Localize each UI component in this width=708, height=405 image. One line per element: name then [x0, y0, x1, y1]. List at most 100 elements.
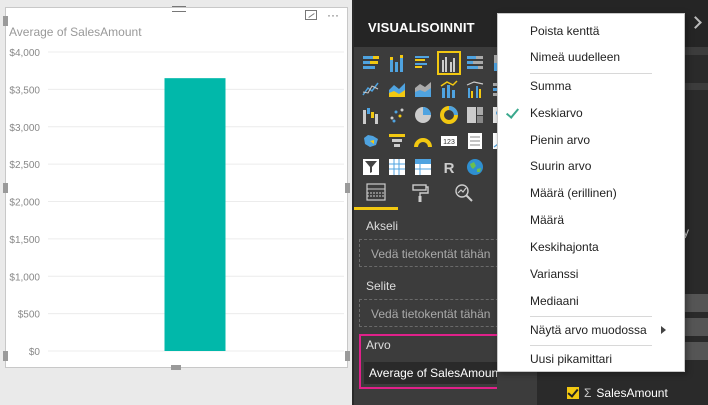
menu-item-label: Keskiarvo — [530, 106, 583, 120]
field-salesamount-label: SalesAmount — [596, 386, 668, 400]
menu-item-määrä[interactable]: Määrä — [498, 209, 684, 231]
viz-line-icon[interactable] — [360, 78, 382, 100]
viz-line-column-icon[interactable] — [438, 78, 460, 100]
paint-roller-icon — [412, 184, 429, 202]
menu-item-suurin-arvo[interactable]: Suurin arvo — [498, 155, 684, 177]
resize-handle-left-bottom[interactable] — [3, 351, 8, 361]
viz-clustered-bar-icon[interactable] — [412, 52, 434, 74]
menu-item-label: Varianssi — [530, 267, 579, 281]
viz-donut-icon[interactable] — [438, 104, 460, 126]
drag-grip-icon[interactable] — [172, 6, 186, 12]
value-well-label: Arvo — [366, 338, 391, 352]
resize-handle-bottom[interactable] — [171, 365, 181, 370]
menu-item-label: Pienin arvo — [530, 133, 591, 147]
value-field-pill[interactable]: Average of SalesAmount — [364, 362, 519, 384]
viz-gauge-icon[interactable] — [412, 130, 434, 152]
analytics-magnifier-icon — [455, 184, 473, 202]
menu-item-summa[interactable]: Summa — [498, 75, 684, 97]
menu-item-label: Määrä (erillinen) — [530, 186, 617, 200]
chart-plot: $4,000 $3,500 $3,000 $2,500 $2,000 $1,500 $1,0… — [9, 48, 344, 358]
viz-area-icon[interactable] — [386, 78, 408, 100]
resize-handle-right-bottom[interactable] — [345, 351, 350, 361]
viz-matrix-icon[interactable] — [412, 156, 434, 178]
menu-item-näytä-arvo-muodossa[interactable]: Näytä arvo muodossa — [498, 319, 684, 341]
viz-filled-map-icon[interactable] — [360, 130, 382, 152]
menu-item-label: Nimeä uudelleen — [530, 50, 621, 64]
sigma-icon: Σ — [584, 386, 592, 400]
aggregation-context-menu: Poista kenttä Nimeä uudelleen Summa Keskiar… — [497, 13, 685, 372]
viz-slicer-icon[interactable] — [360, 156, 382, 178]
viz-globe-icon[interactable] — [464, 156, 486, 178]
viz-clustered-column-icon[interactable] — [437, 51, 461, 75]
menu-item-määrä-erillinen[interactable]: Määrä (erillinen) — [498, 182, 684, 204]
viz-pie-icon[interactable] — [412, 104, 434, 126]
analytics-tab[interactable] — [442, 176, 486, 210]
menu-item-nimeä-uudelleen[interactable]: Nimeä uudelleen — [498, 46, 684, 68]
pane-title: VISUALISOINNIT — [368, 20, 475, 35]
viz-waterfall-icon[interactable] — [360, 104, 382, 126]
resize-handle-left-middle[interactable] — [3, 183, 8, 193]
menu-item-varianssi[interactable]: Varianssi — [498, 263, 684, 285]
y-tick-label: $0 — [29, 347, 41, 358]
viz-table-icon[interactable] — [386, 156, 408, 178]
viz-stacked-bar-icon[interactable] — [360, 52, 382, 74]
viz-stacked-area-icon[interactable] — [412, 78, 434, 100]
viz-line-clustered-icon[interactable] — [464, 78, 486, 100]
menu-separator — [530, 345, 652, 346]
menu-item-pienin-arvo[interactable]: Pienin arvo — [498, 129, 684, 151]
viz-scatter-icon[interactable] — [386, 104, 408, 126]
viz-100-bar-icon[interactable] — [464, 52, 486, 74]
y-tick-label: $1,000 — [9, 272, 40, 283]
svg-text:123: 123 — [443, 139, 455, 146]
y-tick-label: $4,000 — [9, 48, 40, 59]
fields-tab[interactable] — [354, 176, 398, 210]
format-tab[interactable] — [398, 176, 442, 210]
axis-drop-zone[interactable]: Vedä tietokentät tähän — [359, 239, 509, 267]
resize-handle-left-top[interactable] — [3, 16, 8, 26]
menu-item-label: Näytä arvo muodossa — [530, 323, 647, 337]
viz-stacked-column-icon[interactable] — [386, 52, 408, 74]
y-tick-label: $1,500 — [9, 235, 40, 246]
visual-type-gallery: 123↑R — [360, 51, 512, 178]
y-tick-label: $2,500 — [9, 160, 40, 171]
value-field-name: Average of SalesAmount — [369, 366, 502, 380]
viz-multirow-card-icon[interactable] — [464, 130, 486, 152]
viz-card-icon[interactable]: 123 — [438, 130, 460, 152]
fields-well-icon — [366, 182, 386, 201]
menu-item-keskiarvo[interactable]: Keskiarvo — [498, 102, 684, 124]
resize-handle-right-middle[interactable] — [345, 183, 350, 193]
visual-header-actions: ··· — [305, 8, 339, 22]
axis-well-label: Akseli — [366, 219, 399, 233]
viz-treemap-icon[interactable] — [464, 104, 486, 126]
menu-item-keskihajonta[interactable]: Keskihajonta — [498, 236, 684, 258]
report-canvas: ··· Average of SalesAmount $4,000 $3,500 $… — [0, 0, 352, 405]
more-options-icon[interactable]: ··· — [327, 9, 339, 21]
viz-r-visual-icon[interactable]: R — [438, 156, 460, 178]
menu-item-uusi-pikamittari[interactable]: Uusi pikamittari — [498, 348, 684, 370]
checkmark-icon — [505, 105, 520, 119]
menu-item-label: Suurin arvo — [530, 159, 592, 173]
menu-separator — [530, 316, 652, 317]
menu-item-label: Keskihajonta — [530, 240, 599, 254]
chart-title: Average of SalesAmount — [9, 25, 142, 39]
menu-item-label: Uusi pikamittari — [530, 352, 613, 366]
menu-item-label: Määrä — [530, 213, 565, 227]
checkbox-checked-icon[interactable] — [567, 387, 579, 399]
legend-drop-zone[interactable]: Vedä tietokentät tähän — [359, 299, 509, 327]
menu-item-poista-kenttä[interactable]: Poista kenttä — [498, 20, 684, 42]
svg-text:R: R — [444, 160, 455, 176]
y-tick-label: $3,000 — [9, 123, 40, 134]
submenu-arrow-icon — [661, 326, 666, 334]
field-salesamount[interactable]: Σ SalesAmount — [540, 384, 708, 402]
viz-funnel-icon[interactable] — [386, 130, 408, 152]
menu-item-label: Poista kenttä — [530, 24, 600, 38]
column-chart-visual[interactable]: ··· Average of SalesAmount $4,000 $3,500 $… — [3, 6, 350, 370]
menu-item-label: Summa — [530, 79, 572, 93]
menu-item-label: Mediaani — [530, 294, 579, 308]
y-tick-label: $3,500 — [9, 85, 40, 96]
bar[interactable] — [164, 78, 226, 351]
focus-mode-icon[interactable] — [305, 10, 317, 20]
legend-well-label: Selite — [366, 279, 397, 293]
y-tick-label: $500 — [18, 310, 41, 321]
menu-item-mediaani[interactable]: Mediaani — [498, 290, 684, 312]
